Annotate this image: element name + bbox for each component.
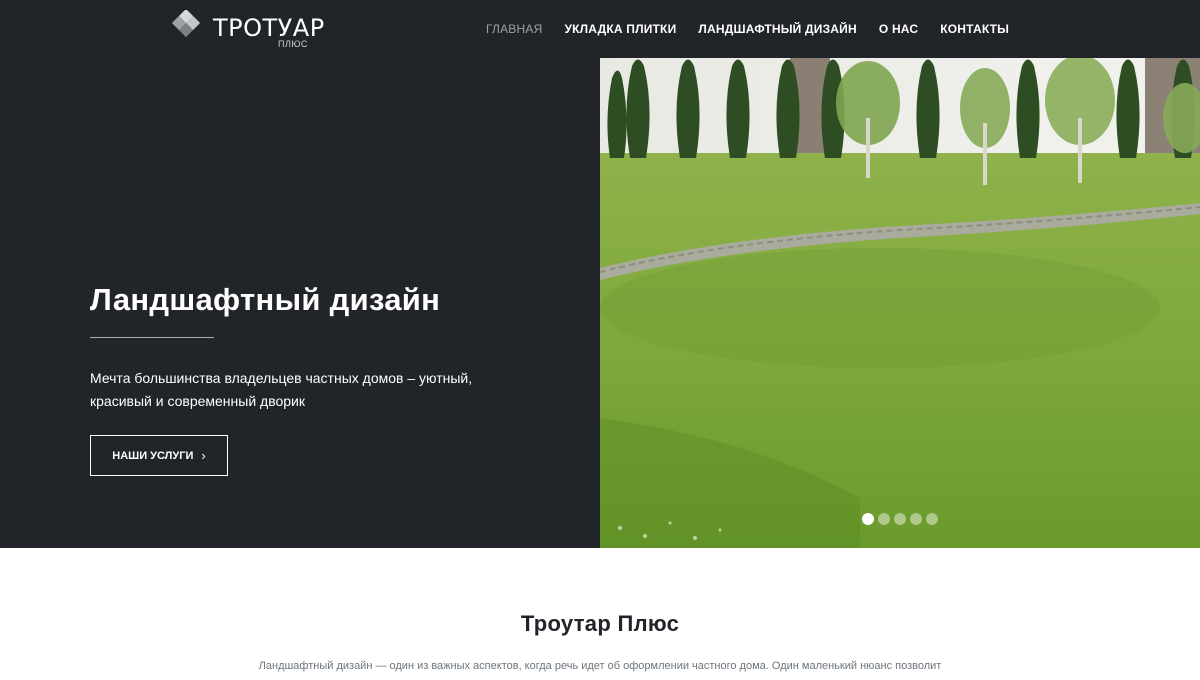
chevron-right-icon: › — [201, 448, 206, 463]
our-services-button[interactable]: НАШИ УСЛУГИ › — [90, 435, 228, 476]
nav-item-landscape-design[interactable]: ЛАНДШАФТНЫЙ ДИЗАЙН — [698, 0, 856, 58]
about-text: Ландшафтный дизайн — один из важных аспе… — [258, 660, 942, 672]
main-nav: ГЛАВНАЯ УКЛАДКА ПЛИТКИ ЛАНДШАФТНЫЙ ДИЗАЙ… — [486, 0, 1009, 58]
lawn-garden-image — [600, 58, 1200, 548]
hero-description: Мечта большинства владельцев частных дом… — [90, 370, 473, 409]
logo-diamond-icon — [171, 10, 201, 38]
hero-text-panel: Ландшафтный дизайн Мечта большинства вла… — [0, 58, 600, 548]
about-section: Троутар Плюс Ландшафтный дизайн — один и… — [0, 548, 1200, 680]
hero-title: Ландшафтный дизайн — [90, 282, 441, 317]
slider-dots — [862, 513, 938, 525]
slider-dot-4[interactable] — [910, 513, 922, 525]
slider-dot-3[interactable] — [894, 513, 906, 525]
hero-image — [600, 58, 1200, 548]
hero-slider: Ландшафтный дизайн Мечта большинства вла… — [0, 58, 1200, 548]
slider-dot-1[interactable] — [862, 513, 874, 525]
slider-dot-2[interactable] — [878, 513, 890, 525]
logo-title: ТРОТУАР — [213, 14, 325, 42]
site-header: ТРОТУАР ПЛЮС ГЛАВНАЯ УКЛАДКА ПЛИТКИ ЛАНД… — [0, 0, 1200, 58]
nav-item-tile-laying[interactable]: УКЛАДКА ПЛИТКИ — [564, 0, 676, 58]
nav-item-contacts[interactable]: КОНТАКТЫ — [940, 0, 1009, 58]
logo-subtitle: ПЛЮС — [278, 39, 308, 49]
slider-dot-5[interactable] — [926, 513, 938, 525]
about-title: Троутар Плюс — [520, 611, 680, 636]
hero-divider — [90, 337, 214, 338]
nav-item-about[interactable]: О НАС — [879, 0, 918, 58]
logo[interactable]: ТРОТУАР ПЛЮС — [168, 10, 324, 49]
nav-item-home[interactable]: ГЛАВНАЯ — [486, 0, 542, 58]
our-services-label: НАШИ УСЛУГИ — [112, 449, 194, 462]
